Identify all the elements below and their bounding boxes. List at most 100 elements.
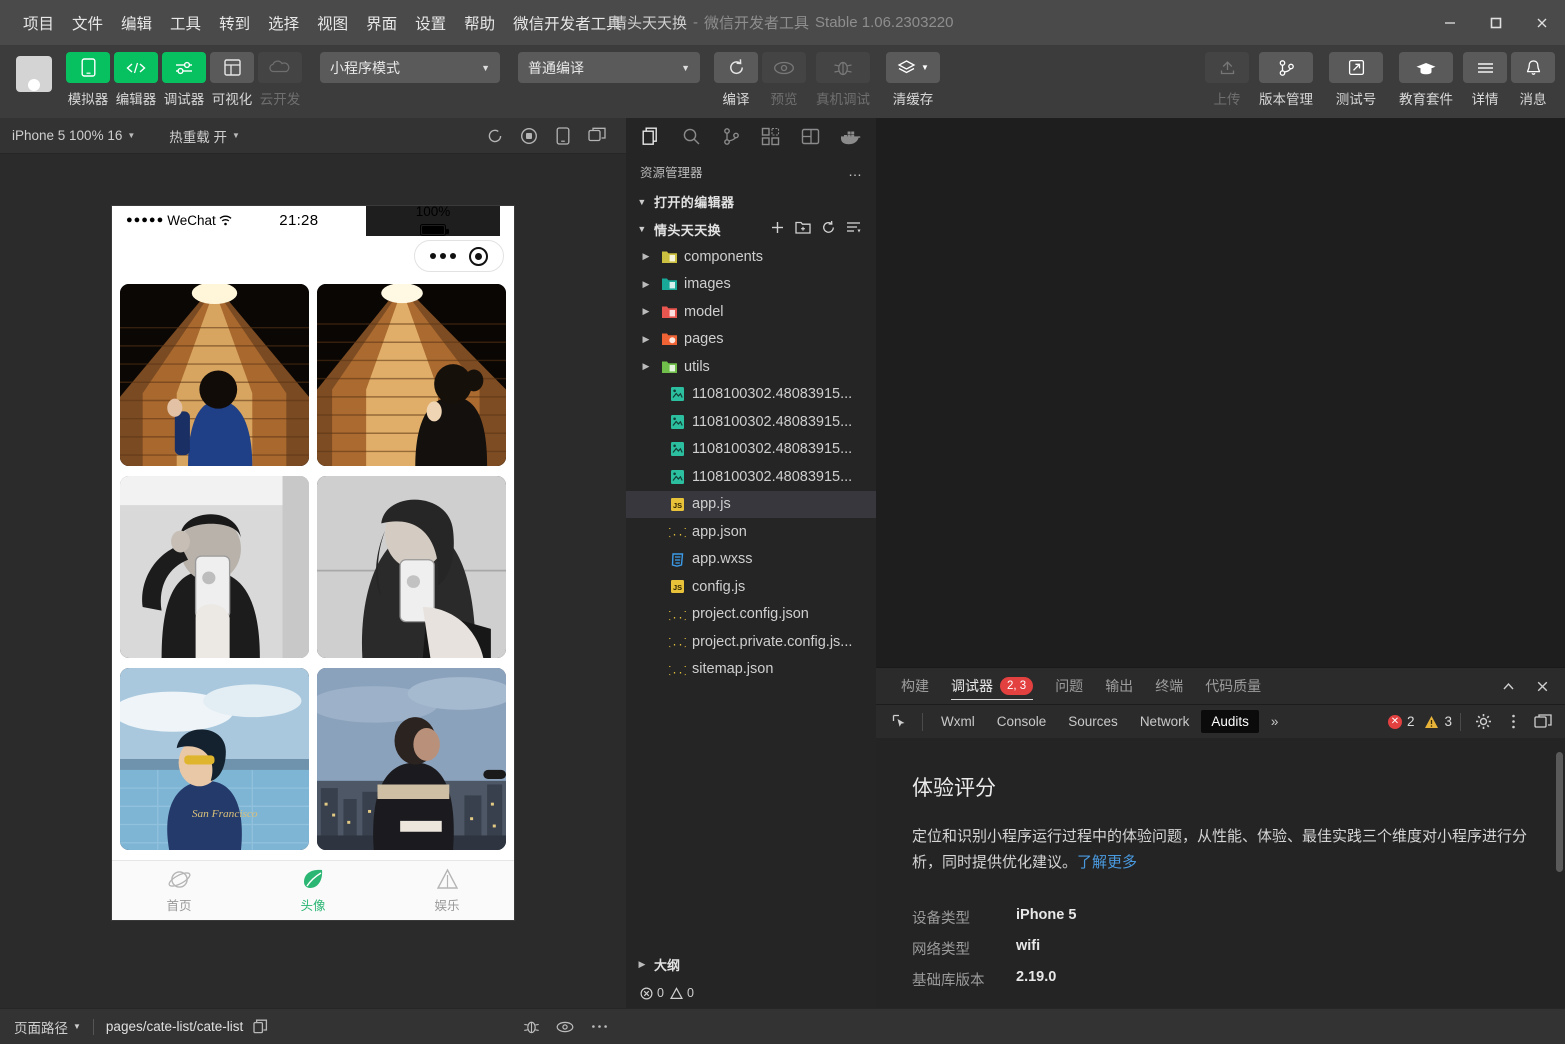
tree-folder-pages[interactable]: ▶ pages xyxy=(626,326,876,354)
toolbar-debugger-button[interactable]: 调试器 xyxy=(162,52,206,108)
tree-file-config-js[interactable]: JS config.js xyxy=(626,573,876,601)
phone-tab-fun[interactable]: 娱乐 xyxy=(380,861,514,920)
dev-tab-wxml[interactable]: Wxml xyxy=(931,710,985,733)
minimize-icon[interactable] xyxy=(1427,0,1473,45)
close-icon[interactable] xyxy=(1519,0,1565,45)
maximize-icon[interactable] xyxy=(1473,0,1519,45)
dev-tabs-overflow[interactable]: » xyxy=(1261,710,1289,733)
dev-tab-sources[interactable]: Sources xyxy=(1058,710,1128,733)
toolbar-preview-button[interactable]: 预览 xyxy=(762,52,806,108)
docker-icon[interactable] xyxy=(830,118,870,154)
toolbar-realdevice-button[interactable]: 真机调试 xyxy=(810,52,876,108)
panel-tab-problems[interactable]: 问题 xyxy=(1044,668,1094,704)
explorer-error-count[interactable]: 0 xyxy=(640,986,664,1000)
dev-tab-audits[interactable]: Audits xyxy=(1201,710,1259,733)
kebab-menu-icon[interactable] xyxy=(1499,705,1527,739)
tree-folder-components[interactable]: ▶ components xyxy=(626,243,876,271)
multi-window-icon[interactable] xyxy=(580,127,614,144)
tree-section-project[interactable]: ▼ 情头天天换 xyxy=(626,216,876,244)
menu-item-help[interactable]: 帮助 xyxy=(455,8,504,38)
tree-file-sitemap-json[interactable]: {..} sitemap.json xyxy=(626,656,876,684)
more-dots-icon[interactable] xyxy=(430,253,456,259)
panel-tab-terminal[interactable]: 终端 xyxy=(1144,668,1194,704)
copy-icon[interactable] xyxy=(253,1019,268,1034)
toolbar-version-button[interactable]: 版本管理 xyxy=(1253,52,1319,108)
menu-item-tools[interactable]: 工具 xyxy=(161,8,210,38)
audits-scrollbar[interactable] xyxy=(1556,752,1563,872)
toolbar-education-button[interactable]: 教育套件 xyxy=(1393,52,1459,108)
tree-file-image-3[interactable]: 1108100302.48083915... xyxy=(626,463,876,491)
menu-item-project[interactable]: 项目 xyxy=(14,8,63,38)
compile-select[interactable]: 普通编译 ▼ xyxy=(518,52,700,83)
debug-icon[interactable] xyxy=(514,1019,548,1035)
tree-file-app-wxss[interactable]: app.wxss xyxy=(626,546,876,574)
search-icon[interactable] xyxy=(672,118,712,154)
new-folder-icon[interactable] xyxy=(795,220,811,238)
layout-icon[interactable] xyxy=(791,118,831,154)
panel-tab-output[interactable]: 输出 xyxy=(1094,668,1144,704)
editor-area[interactable] xyxy=(876,118,1565,667)
tree-folder-images[interactable]: ▶ images xyxy=(626,271,876,299)
audits-learn-more-link[interactable]: 了解更多 xyxy=(1077,854,1137,871)
eye-icon[interactable] xyxy=(548,1021,582,1033)
tree-file-image-2[interactable]: 1108100302.48083915... xyxy=(626,436,876,464)
wechat-capsule[interactable] xyxy=(414,240,504,272)
toolbar-clearcache-button[interactable]: ▼ 清缓存 xyxy=(880,52,946,108)
tree-file-project-private-config[interactable]: {..} project.private.config.js... xyxy=(626,628,876,656)
phone-tab-avatar[interactable]: 头像 xyxy=(246,861,380,920)
source-control-icon[interactable] xyxy=(711,118,751,154)
menu-item-goto[interactable]: 转到 xyxy=(210,8,259,38)
new-file-icon[interactable] xyxy=(770,220,785,238)
capsule-close-icon[interactable] xyxy=(469,247,488,266)
more-icon[interactable] xyxy=(582,1024,616,1029)
tree-file-project-config[interactable]: {..} project.config.json xyxy=(626,601,876,629)
extensions-icon[interactable] xyxy=(751,118,791,154)
menu-item-file[interactable]: 文件 xyxy=(63,8,112,38)
tree-file-image-0[interactable]: 1108100302.48083915... xyxy=(626,381,876,409)
toolbar-visual-button[interactable]: 可视化 xyxy=(210,52,254,108)
dev-tab-network[interactable]: Network xyxy=(1130,710,1200,733)
page-path-select[interactable]: 页面路径 ▼ xyxy=(14,1017,81,1037)
tree-folder-model[interactable]: ▶ model xyxy=(626,298,876,326)
panel-tab-debugger[interactable]: 调试器 2, 3 xyxy=(940,668,1044,704)
grid-image-2[interactable] xyxy=(120,476,309,658)
tree-folder-utils[interactable]: ▶ utils xyxy=(626,353,876,381)
toolbar-compile-button[interactable]: 编译 xyxy=(714,52,758,108)
device-select[interactable]: iPhone 5 100% 16 ▼ xyxy=(12,128,135,143)
dev-tab-console[interactable]: Console xyxy=(987,710,1057,733)
tree-file-app-js[interactable]: JS app.js xyxy=(626,491,876,519)
toolbar-upload-button[interactable]: 上传 xyxy=(1205,52,1249,108)
toolbar-details-button[interactable]: 详情 xyxy=(1463,52,1507,108)
grid-image-0[interactable] xyxy=(120,284,309,466)
menu-item-view[interactable]: 视图 xyxy=(308,8,357,38)
explorer-warning-count[interactable]: 0 xyxy=(670,986,694,1000)
grid-image-3[interactable] xyxy=(317,476,506,658)
gear-icon[interactable] xyxy=(1469,705,1497,739)
tree-file-app-json[interactable]: {..} app.json xyxy=(626,518,876,546)
menu-item-settings[interactable]: 设置 xyxy=(406,8,455,38)
panel-tab-code-quality[interactable]: 代码质量 xyxy=(1194,668,1272,704)
tree-section-open-editors[interactable]: ▼ 打开的编辑器 xyxy=(626,188,876,216)
tree-section-outline[interactable]: ▶ 大纲 xyxy=(626,950,876,978)
more-icon[interactable]: … xyxy=(848,163,864,179)
phone-tab-home[interactable]: 首页 xyxy=(112,861,246,920)
menu-item-edit[interactable]: 编辑 xyxy=(112,8,161,38)
grid-image-5[interactable] xyxy=(317,668,506,850)
grid-image-1[interactable] xyxy=(317,284,506,466)
tree-file-image-1[interactable]: 1108100302.48083915... xyxy=(626,408,876,436)
chevron-up-icon[interactable] xyxy=(1491,668,1525,704)
toolbar-simulator-button[interactable]: 模拟器 xyxy=(66,52,110,108)
files-icon[interactable] xyxy=(632,118,672,154)
collapse-all-icon[interactable] xyxy=(846,220,862,238)
toolbar-cloud-button[interactable]: 云开发 xyxy=(258,52,302,108)
close-icon[interactable] xyxy=(1525,668,1559,704)
refresh-icon[interactable] xyxy=(478,127,512,145)
rotate-device-icon[interactable] xyxy=(546,127,580,145)
hot-reload-select[interactable]: 热重载 开 ▼ xyxy=(169,126,240,146)
record-icon[interactable] xyxy=(512,127,546,145)
grid-image-4[interactable]: San Francisco xyxy=(120,668,309,850)
inspect-element-icon[interactable] xyxy=(886,705,914,739)
toolbar-editor-button[interactable]: 编辑器 xyxy=(114,52,158,108)
menu-item-select[interactable]: 选择 xyxy=(259,8,308,38)
devtools-error-count[interactable]: ✕ 2 xyxy=(1388,714,1415,729)
